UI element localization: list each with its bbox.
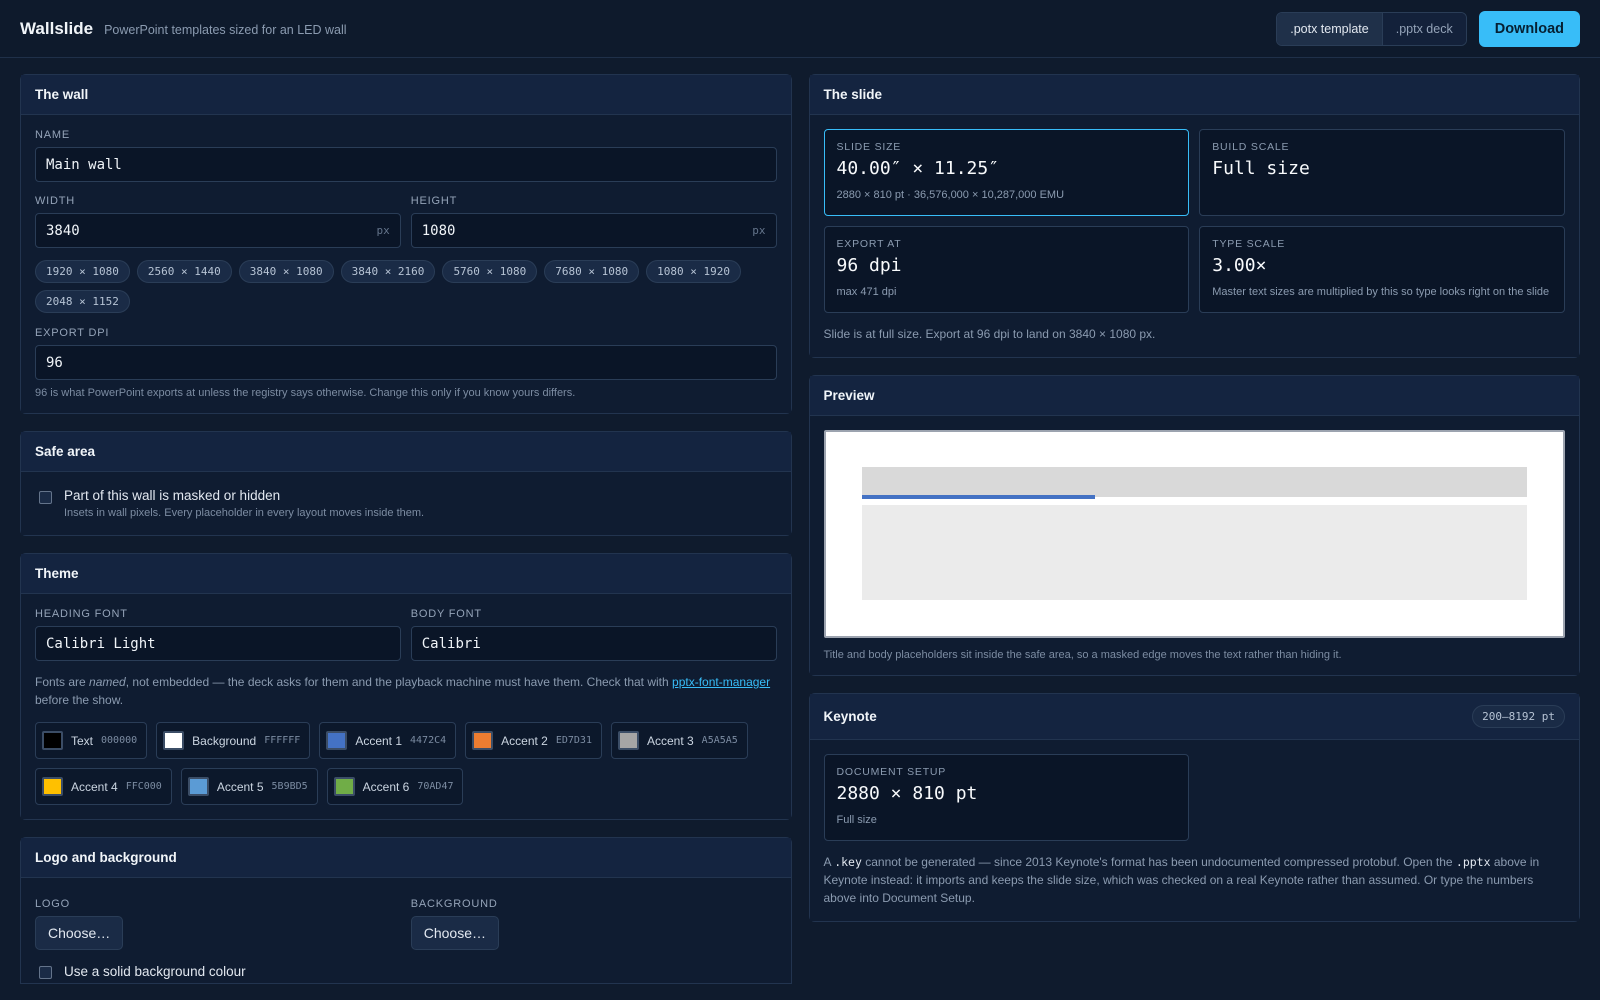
build-scale-value: Full size — [1212, 158, 1310, 179]
body-font-label: BODY FONT — [410, 608, 482, 620]
width-input[interactable]: 3840 px — [35, 213, 401, 248]
preview-title: Preview — [809, 376, 1579, 416]
pt-range-badge: 200–8192 pt — [1472, 705, 1565, 728]
slide-panel-title: The slide — [809, 75, 1579, 115]
theme-colors: Text 000000 Background FFFFFF Accent 1 4… — [35, 722, 777, 805]
document-setup-value: 2880 × 810 pt — [836, 783, 978, 804]
slide-panel: The slide SLIDE SIZE 40.00″ × 11.25″ 288… — [808, 74, 1580, 358]
wall-name-input[interactable]: Main wall — [35, 147, 777, 182]
theme-panel: Theme HEADING FONT Calibri Light BODY FO… — [20, 553, 792, 820]
slide-size-stat: SLIDE SIZE 40.00″ × 11.25″ 2880 × 810 pt… — [823, 129, 1190, 216]
export-at-stat: EXPORT AT 96 dpi max 471 dpi — [823, 226, 1190, 313]
solid-bg-checkbox[interactable] — [39, 966, 52, 979]
preset-chip[interactable]: 7680 × 1080 — [544, 260, 640, 283]
masked-sub: Insets in wall pixels. Every placeholder… — [64, 507, 425, 519]
keynote-title: Keynote — [823, 709, 877, 724]
slide-note: Slide is at full size. Export at 96 dpi … — [823, 327, 1156, 341]
body-font-input[interactable]: Calibri — [410, 626, 777, 661]
preset-chip[interactable]: 3840 × 1080 — [238, 260, 334, 283]
wall-panel-title: The wall — [21, 75, 791, 115]
logo-bg-panel: Logo and background LOGO Choose… BACKGRO… — [20, 837, 792, 984]
color-box — [333, 777, 355, 796]
logo-bg-title: Logo and background — [21, 838, 791, 878]
type-scale-stat: TYPE SCALE 3.00× Master text sizes are m… — [1199, 226, 1565, 313]
theme-title: Theme — [21, 554, 791, 594]
slide-preview — [823, 430, 1565, 638]
preset-chip[interactable]: 1920 × 1080 — [35, 260, 130, 283]
height-label: HEIGHT — [410, 195, 458, 207]
color-swatch-accent-4[interactable]: Accent 4 FFC000 — [35, 768, 172, 805]
font-note: Fonts are named, not embedded — the deck… — [35, 675, 771, 707]
preview-caption: Title and body placeholders sit inside t… — [823, 649, 1342, 661]
color-box — [326, 731, 348, 750]
choose-background-button[interactable]: Choose… — [410, 916, 500, 950]
heading-font-label: HEADING FONT — [35, 608, 128, 620]
color-box — [163, 731, 185, 750]
format-potx-button[interactable]: .potx template — [1277, 12, 1382, 45]
choose-logo-button[interactable]: Choose… — [35, 916, 124, 950]
font-manager-link[interactable]: pptx-font-manager — [672, 675, 770, 689]
document-setup-stat: DOCUMENT SETUP 2880 × 810 pt Full size — [823, 754, 1189, 841]
height-input[interactable]: 1080 px — [410, 213, 777, 248]
type-scale-value: 3.00× — [1212, 255, 1267, 276]
color-box — [187, 777, 209, 796]
width-unit: px — [376, 224, 390, 237]
size-presets: 1920 × 1080 2560 × 1440 3840 × 1080 3840… — [35, 260, 777, 313]
masked-label: Part of this wall is masked or hidden — [64, 488, 281, 503]
wall-panel: The wall NAME Main wall WIDTH 3840 px HE… — [20, 74, 792, 414]
build-scale-stat: BUILD SCALE Full size — [1199, 129, 1565, 216]
dpi-input[interactable]: 96 — [35, 345, 777, 380]
accent-bar — [861, 495, 1095, 499]
safe-area-panel: Safe area Part of this wall is masked or… — [20, 431, 792, 536]
color-box — [42, 777, 63, 796]
export-at-value: 96 dpi — [836, 255, 902, 276]
body-placeholder — [861, 505, 1527, 600]
color-swatch-text[interactable]: Text 000000 — [35, 722, 148, 759]
logo-label: LOGO — [35, 898, 70, 910]
background-label: BACKGROUND — [410, 898, 498, 910]
color-swatch-accent-2[interactable]: Accent 2 ED7D31 — [465, 722, 602, 759]
color-box — [472, 731, 494, 750]
keynote-panel: Keynote 200–8192 pt DOCUMENT SETUP 2880 … — [808, 693, 1580, 922]
main-content: The wall NAME Main wall WIDTH 3840 px HE… — [0, 58, 1600, 984]
preset-chip[interactable]: 2560 × 1440 — [136, 260, 232, 283]
format-pptx-button[interactable]: .pptx deck — [1381, 12, 1466, 45]
name-label: NAME — [35, 129, 70, 141]
color-box — [42, 731, 63, 750]
safe-area-title: Safe area — [21, 432, 791, 472]
title-placeholder — [861, 467, 1527, 497]
preset-chip[interactable]: 1080 × 1920 — [646, 260, 742, 283]
preset-chip[interactable]: 5760 × 1080 — [442, 260, 538, 283]
solid-bg-label: Use a solid background colour — [64, 964, 246, 979]
download-button[interactable]: Download — [1478, 10, 1580, 47]
preset-chip[interactable]: 2048 × 1152 — [35, 290, 130, 313]
dpi-hint: 96 is what PowerPoint exports at unless … — [35, 387, 576, 399]
color-swatch-accent-6[interactable]: Accent 6 70AD47 — [326, 768, 464, 805]
preview-panel: Preview Title and body placeholders sit … — [808, 375, 1580, 676]
color-box — [617, 731, 639, 750]
color-swatch-background[interactable]: Background FFFFFF — [156, 722, 311, 759]
slide-size-value: 40.00″ × 11.25″ — [836, 158, 1000, 179]
tagline: PowerPoint templates sized for an LED wa… — [104, 23, 347, 37]
dpi-label: EXPORT DPI — [35, 327, 110, 339]
top-bar: Wallslide PowerPoint templates sized for… — [0, 0, 1600, 58]
keynote-note: A .key cannot be generated — since 2013 … — [823, 855, 1540, 905]
height-unit: px — [752, 224, 766, 237]
preset-chip[interactable]: 3840 × 2160 — [340, 260, 436, 283]
masked-checkbox[interactable] — [39, 491, 52, 504]
brand-name: Wallslide — [20, 18, 94, 38]
color-swatch-accent-3[interactable]: Accent 3 A5A5A5 — [610, 722, 748, 759]
heading-font-input[interactable]: Calibri Light — [35, 626, 401, 661]
width-label: WIDTH — [35, 195, 76, 207]
color-swatch-accent-5[interactable]: Accent 5 5B9BD5 — [180, 768, 318, 805]
color-swatch-accent-1[interactable]: Accent 1 4472C4 — [319, 722, 457, 759]
format-toggle: .potx template .pptx deck — [1276, 11, 1467, 46]
